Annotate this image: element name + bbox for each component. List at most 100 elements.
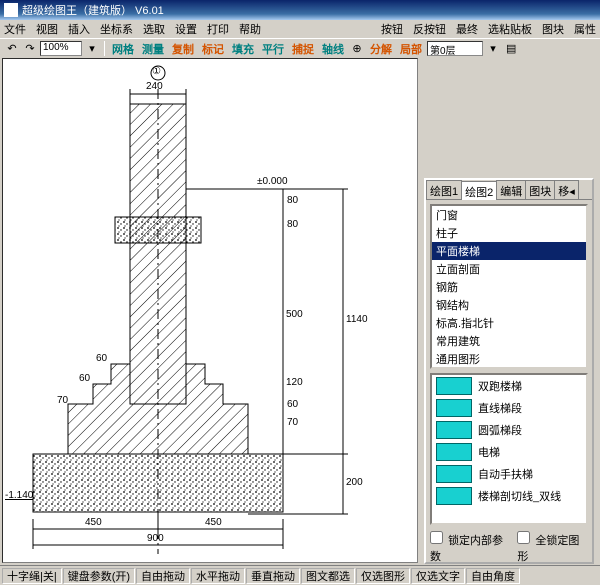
window-title: 超级绘图王（建筑版） V6.01 bbox=[22, 2, 164, 18]
zoom-input[interactable]: 100% bbox=[40, 41, 82, 56]
tool-snap[interactable]: 捕捉 bbox=[289, 41, 317, 57]
category-item[interactable]: 平面楼梯 bbox=[432, 242, 586, 260]
palette-label: 电梯 bbox=[478, 444, 500, 460]
menu-insert[interactable]: 插入 bbox=[68, 21, 90, 37]
tool-parallel[interactable]: 平行 bbox=[259, 41, 287, 57]
category-item[interactable]: 门窗 bbox=[432, 206, 586, 224]
menu-select[interactable]: 选取 bbox=[143, 21, 165, 37]
lock-whole[interactable]: 全锁定图形 bbox=[517, 531, 588, 564]
drawing-canvas[interactable]: ① 240 ±0.000 80 80 500 120 60 70 60 60 7… bbox=[2, 58, 418, 563]
tool-mark[interactable]: 标记 bbox=[199, 41, 227, 57]
tool-palette[interactable]: 双跑楼梯直线梯段圆弧梯段电梯自动手扶梯楼梯剖切线_双线 bbox=[430, 373, 588, 525]
elev-bottom: -1.140 bbox=[5, 490, 33, 501]
lock-inner[interactable]: 锁定内部参数 bbox=[430, 531, 511, 564]
status-cell-2[interactable]: 自由拖动 bbox=[136, 568, 190, 584]
lock-row: 锁定内部参数 全锁定图形 bbox=[426, 529, 592, 566]
status-cell-1[interactable]: 键盘参数(开) bbox=[63, 568, 135, 584]
status-cell-5[interactable]: 图文都选 bbox=[301, 568, 355, 584]
work-area: ① 240 ±0.000 80 80 500 120 60 70 60 60 7… bbox=[0, 58, 600, 565]
category-list[interactable]: 门窗柱子平面楼梯立面剖面钢筋钢结构标高.指北针常用建筑通用图形材料图案厨卫设施施… bbox=[430, 204, 588, 369]
palette-item[interactable]: 直线梯段 bbox=[432, 397, 586, 419]
tool-fill[interactable]: 填充 bbox=[229, 41, 257, 57]
axis-bubble: ① bbox=[152, 66, 161, 77]
tab-more[interactable]: 移◂ bbox=[554, 180, 579, 199]
layer-extra-icon[interactable]: ▤ bbox=[503, 41, 519, 57]
dim-120: 120 bbox=[286, 377, 303, 388]
tool-copy[interactable]: 复制 bbox=[169, 41, 197, 57]
palette-label: 直线梯段 bbox=[478, 400, 522, 416]
tool-measure[interactable]: 测量 bbox=[139, 41, 167, 57]
category-item[interactable]: 材料图案 bbox=[432, 368, 586, 369]
window-titlebar: 超级绘图王（建筑版） V6.01 bbox=[0, 0, 600, 20]
dim-60b: 60 bbox=[96, 353, 107, 364]
menu-bar: 文件 视图 插入 坐标系 选取 设置 打印 帮助 按钮 反按钮 最终 选粘贴板 … bbox=[0, 20, 600, 38]
dim-450a: 450 bbox=[85, 517, 102, 528]
toolbar: ↶ ↷ 100% ▾ 网格 测量 复制 标记 填充 平行 捕捉 轴线 ⊕ 分解 … bbox=[0, 38, 600, 58]
dim-450b: 450 bbox=[205, 517, 222, 528]
menu2-5[interactable]: 属性 bbox=[574, 21, 596, 37]
dim-70b: 70 bbox=[57, 395, 68, 406]
menu-coord[interactable]: 坐标系 bbox=[100, 21, 133, 37]
category-item[interactable]: 标高.指北针 bbox=[432, 314, 586, 332]
dim-1140: 1140 bbox=[346, 314, 368, 325]
tab-block[interactable]: 图块 bbox=[525, 180, 555, 199]
menu-help[interactable]: 帮助 bbox=[239, 21, 261, 37]
stair-cut-icon bbox=[436, 487, 472, 505]
dim-200: 200 bbox=[346, 477, 363, 488]
dim-240: 240 bbox=[146, 81, 163, 92]
menu-settings[interactable]: 设置 bbox=[175, 21, 197, 37]
menu2-3[interactable]: 选粘贴板 bbox=[488, 21, 532, 37]
category-item[interactable]: 钢筋 bbox=[432, 278, 586, 296]
layer-dropdown-icon[interactable]: ▾ bbox=[485, 41, 501, 57]
tab-edit[interactable]: 编辑 bbox=[496, 180, 526, 199]
category-item[interactable]: 常用建筑 bbox=[432, 332, 586, 350]
menu-print[interactable]: 打印 bbox=[207, 21, 229, 37]
tool-grid[interactable]: 网格 bbox=[109, 41, 137, 57]
menu2-2[interactable]: 最终 bbox=[456, 21, 478, 37]
tool-explode[interactable]: 分解 bbox=[367, 41, 395, 57]
dim-60: 60 bbox=[287, 399, 298, 410]
redo-icon[interactable]: ↷ bbox=[22, 41, 38, 57]
status-cell-8[interactable]: 自由角度 bbox=[466, 568, 520, 584]
status-cell-4[interactable]: 垂直拖动 bbox=[246, 568, 300, 584]
layer-select[interactable]: 第0层 bbox=[427, 41, 483, 56]
menu-file[interactable]: 文件 bbox=[4, 21, 26, 37]
elevator-icon bbox=[436, 443, 472, 461]
palette-item[interactable]: 电梯 bbox=[432, 441, 586, 463]
palette-item[interactable]: 楼梯剖切线_双线 bbox=[432, 485, 586, 507]
axis-icon[interactable]: ⊕ bbox=[349, 41, 365, 57]
category-item[interactable]: 钢结构 bbox=[432, 296, 586, 314]
menu2-0[interactable]: 按钮 bbox=[381, 21, 403, 37]
tool-axis[interactable]: 轴线 bbox=[319, 41, 347, 57]
tool-part[interactable]: 局部 bbox=[397, 41, 425, 57]
app-icon bbox=[4, 3, 18, 17]
palette-label: 自动手扶梯 bbox=[478, 466, 533, 482]
palette-item[interactable]: 双跑楼梯 bbox=[432, 375, 586, 397]
category-item[interactable]: 柱子 bbox=[432, 224, 586, 242]
palette-item[interactable]: 圆弧梯段 bbox=[432, 419, 586, 441]
status-bar: 十字绳|关|键盘参数(开)自由拖动水平拖动垂直拖动图文都选仅选图形仅选文字自由角… bbox=[0, 565, 600, 585]
dim-80a: 80 bbox=[287, 195, 298, 206]
elev-0: ±0.000 bbox=[257, 176, 288, 187]
menu-view[interactable]: 视图 bbox=[36, 21, 58, 37]
stair-arc-icon bbox=[436, 421, 472, 439]
menu2-4[interactable]: 图块 bbox=[542, 21, 564, 37]
tab-draw1[interactable]: 绘图1 bbox=[426, 180, 462, 199]
status-cell-3[interactable]: 水平拖动 bbox=[191, 568, 245, 584]
category-item[interactable]: 立面剖面 bbox=[432, 260, 586, 278]
dim-60c: 60 bbox=[79, 373, 90, 384]
dim-70: 70 bbox=[287, 417, 298, 428]
zoom-dropdown-icon[interactable]: ▾ bbox=[84, 41, 100, 57]
panel-tabs: 绘图1 绘图2 编辑 图块 移◂ bbox=[426, 180, 592, 200]
category-item[interactable]: 通用图形 bbox=[432, 350, 586, 368]
dim-500: 500 bbox=[286, 309, 303, 320]
tab-draw2[interactable]: 绘图2 bbox=[461, 181, 497, 200]
palette-item[interactable]: 自动手扶梯 bbox=[432, 463, 586, 485]
menu2-1[interactable]: 反按钮 bbox=[413, 21, 446, 37]
status-cell-7[interactable]: 仅选文字 bbox=[411, 568, 465, 584]
status-cell-6[interactable]: 仅选图形 bbox=[356, 568, 410, 584]
undo-icon[interactable]: ↶ bbox=[4, 41, 20, 57]
status-cell-0[interactable]: 十字绳|关| bbox=[2, 568, 62, 584]
palette-label: 楼梯剖切线_双线 bbox=[478, 488, 561, 504]
escalator-icon bbox=[436, 465, 472, 483]
